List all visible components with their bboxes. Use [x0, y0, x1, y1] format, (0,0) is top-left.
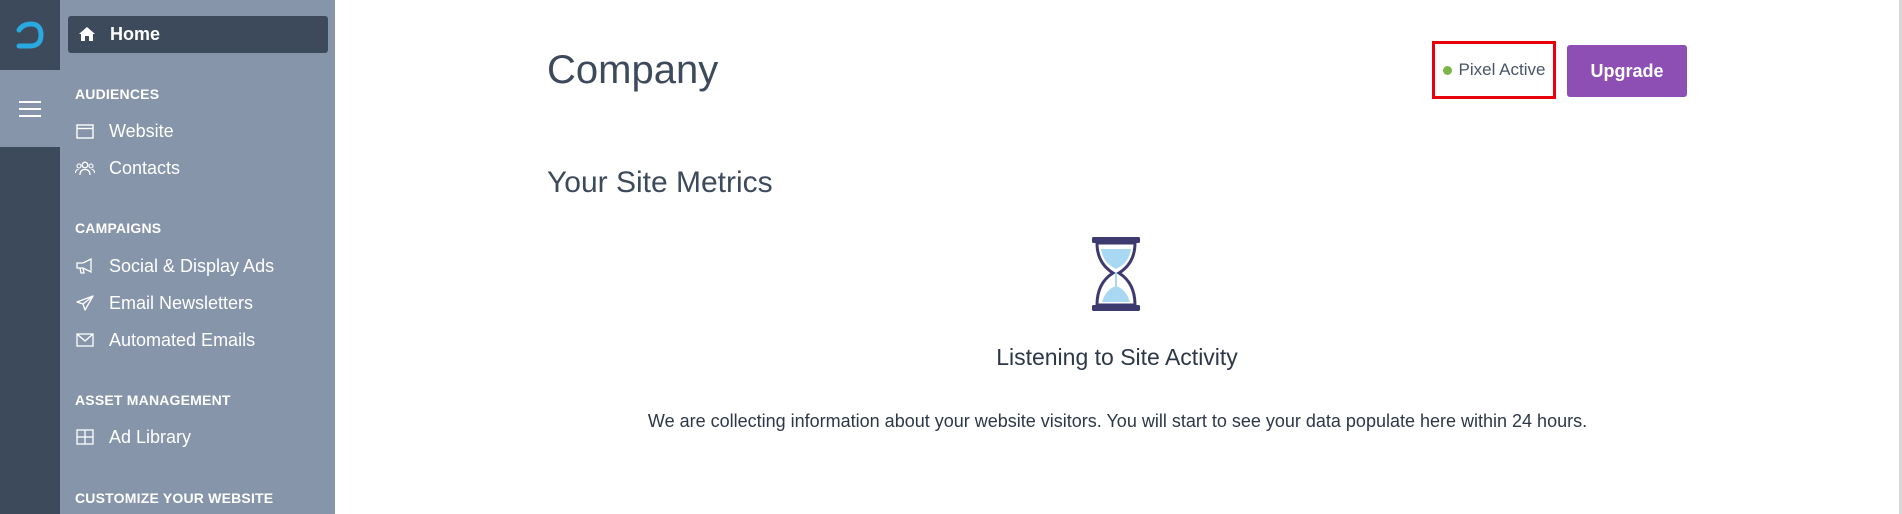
sidebar-item-label: Automated Emails: [109, 329, 256, 350]
envelope-icon: [75, 331, 95, 349]
pixel-status-badge[interactable]: Pixel Active: [1432, 41, 1556, 99]
sidebar-item-website[interactable]: Website: [75, 118, 174, 144]
listening-description: We are collecting information about your…: [647, 411, 1588, 431]
section-title-asset-management: ASSET MANAGEMENT: [75, 392, 231, 408]
main-content: Company Pixel Active Upgrade Your Site M…: [335, 0, 1902, 514]
metrics-section-title: Your Site Metrics: [547, 166, 773, 199]
hamburger-icon: [19, 100, 41, 117]
hourglass-icon: [1092, 237, 1140, 311]
sidebar-item-label: Website: [109, 120, 174, 141]
section-title-customize-website: CUSTOMIZE YOUR WEBSITE: [75, 490, 274, 506]
sidebar-item-contacts[interactable]: Contacts: [75, 155, 180, 181]
home-icon: [78, 26, 96, 44]
grid-icon: [75, 428, 95, 446]
megaphone-icon: [75, 257, 95, 275]
sidebar-item-home[interactable]: Home: [68, 16, 328, 53]
listening-title: Listening to Site Activity: [996, 344, 1238, 370]
sidebar-item-label: Email Newsletters: [109, 292, 254, 313]
sidebar-item-label: Contacts: [109, 157, 181, 178]
sidebar: Home AUDIENCES Website Contacts CAMPAIGN…: [60, 0, 335, 514]
paper-plane-icon: [75, 294, 95, 312]
sidebar-item-social-display-ads[interactable]: Social & Display Ads: [75, 253, 274, 279]
sidebar-item-label: Ad Library: [109, 426, 192, 447]
browser-window-icon: [75, 122, 95, 140]
status-dot-icon: [1442, 65, 1452, 75]
page-title: Company: [547, 48, 719, 92]
section-title-campaigns: CAMPAIGNS: [75, 220, 162, 236]
sidebar-item-ad-library[interactable]: Ad Library: [75, 424, 191, 450]
brand-logo[interactable]: [0, 0, 60, 70]
section-title-audiences: AUDIENCES: [75, 86, 160, 102]
sidebar-item-email-newsletters[interactable]: Email Newsletters: [75, 290, 253, 316]
menu-toggle-button[interactable]: [0, 70, 60, 147]
icon-rail: [0, 0, 60, 514]
users-icon: [75, 159, 95, 177]
sidebar-item-label: Home: [110, 24, 161, 44]
brand-logo-icon: [16, 21, 44, 49]
upgrade-button[interactable]: Upgrade: [1567, 45, 1687, 97]
sidebar-item-label: Social & Display Ads: [109, 255, 275, 276]
sidebar-item-automated-emails[interactable]: Automated Emails: [75, 327, 255, 353]
pixel-status-text: Pixel Active: [1458, 60, 1546, 79]
